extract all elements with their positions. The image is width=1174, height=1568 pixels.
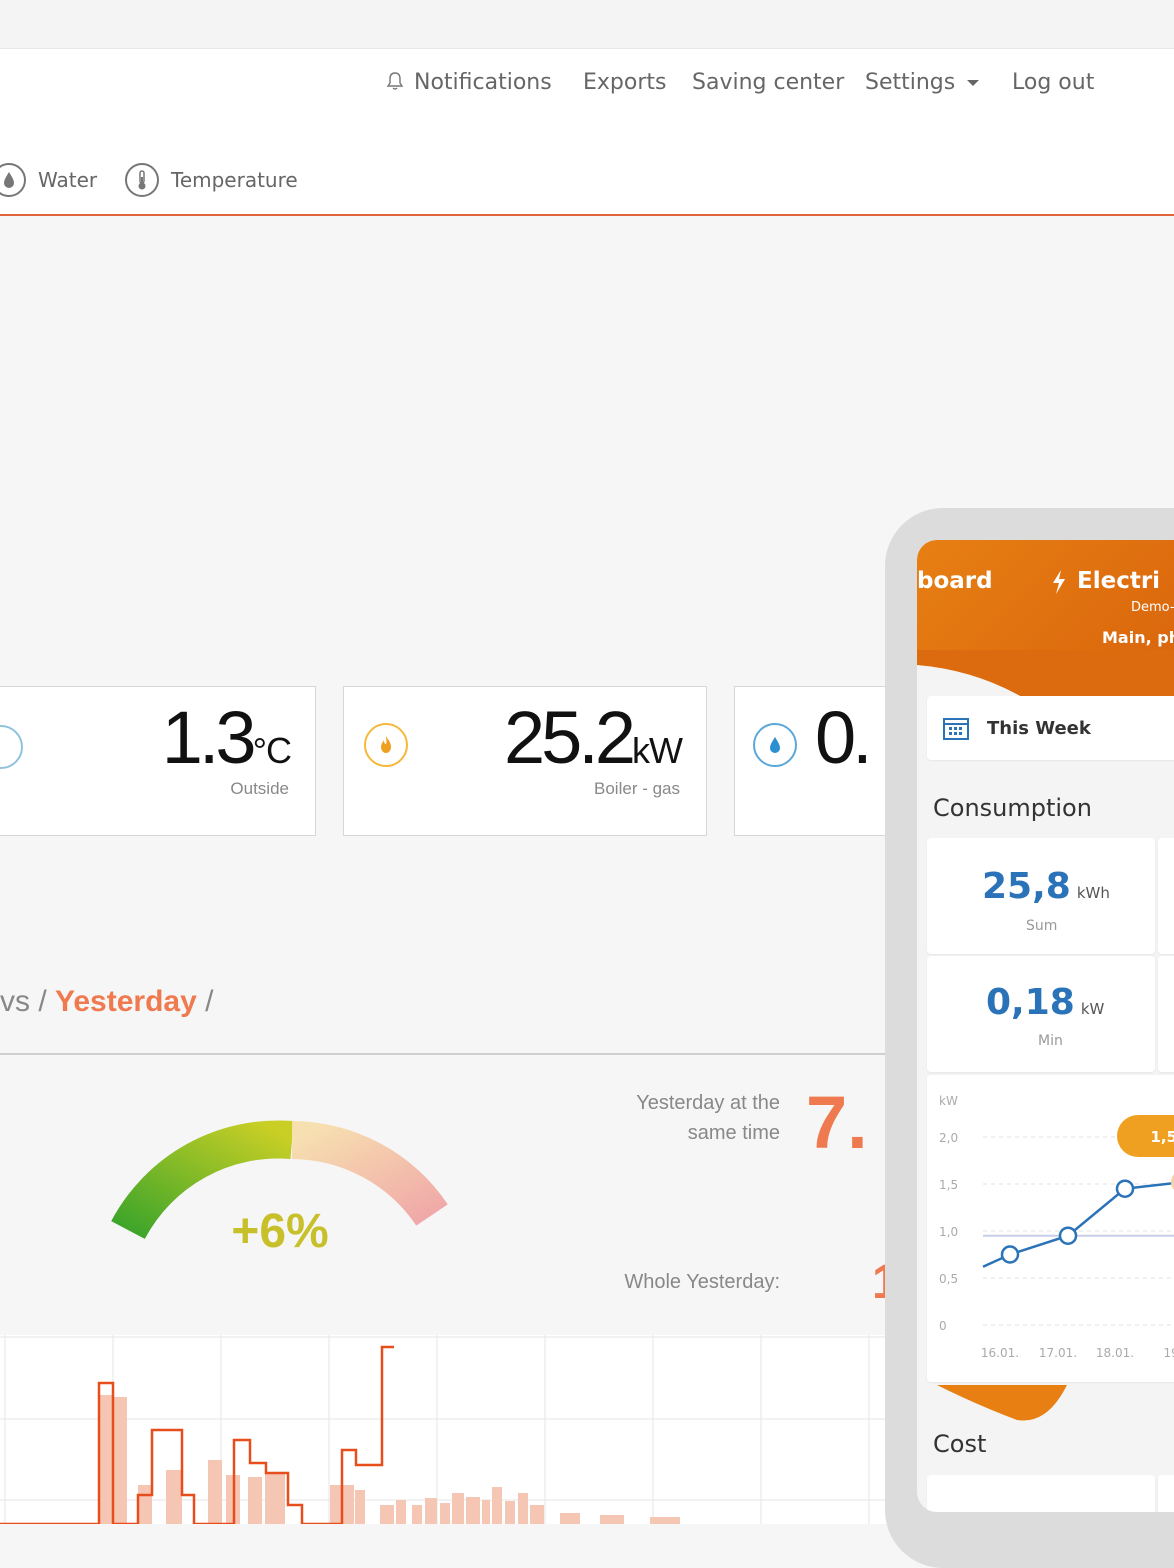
thermometer-icon — [125, 163, 159, 197]
thermometer-ring-icon — [0, 725, 23, 769]
card-boiler-gas: 25.2kW Boiler - gas — [343, 686, 707, 836]
phone-cost-card — [927, 1475, 1155, 1512]
phone-demo-label: Demo- — [1131, 600, 1174, 615]
phone-min-label: Min — [1038, 1033, 1063, 1049]
phone-electricity-title[interactable]: Electri — [1053, 568, 1161, 594]
comparison-prefix: vs / — [0, 985, 56, 1018]
phone-sum-label: Sum — [1026, 918, 1058, 934]
nav-settings[interactable]: Settings — [865, 70, 980, 95]
phone-chart-x-tick: 19. — [1163, 1346, 1174, 1360]
tab-water[interactable]: Water — [0, 163, 97, 197]
boiler-gas-value: 25.2kW — [503, 696, 683, 779]
phone-chart-x-tick: 16.01. — [981, 1346, 1019, 1360]
phone-chart-y-tick: 1,0 — [939, 1225, 958, 1239]
nav-settings-label: Settings — [865, 70, 956, 95]
whole-yesterday-label: Whole Yesterday: — [624, 1271, 780, 1293]
water-drop-icon — [0, 163, 26, 197]
phone-consumption-title: Consumption — [933, 794, 1092, 822]
comparison-yesterday[interactable]: Yesterday — [55, 985, 197, 1018]
phone-meter-subtitle: Main, ph — [1102, 628, 1174, 647]
phone-dashboard-title[interactable]: board — [917, 568, 993, 594]
phone-electricity-label: Electri — [1077, 568, 1161, 594]
yesterday-same-time-label-line2: same time — [687, 1122, 780, 1144]
nav-exports[interactable]: Exports — [583, 70, 666, 95]
phone-period-label: This Week — [987, 718, 1091, 739]
phone-chart-point — [1000, 1245, 1020, 1264]
outside-temperature-label: Outside — [230, 779, 289, 798]
phone-chart-tooltip-text: 1,52 — [1150, 1128, 1174, 1146]
phone-chart-unit-label: kW — [939, 1094, 958, 1108]
phone-line-chart: kW 2,0 1,5 1,0 0,5 0 16.01. 17.01. 18.01. 19. 1,52 — [939, 1094, 1174, 1360]
top-strip — [0, 0, 1174, 49]
phone-chart-point — [1058, 1226, 1078, 1245]
phone-chart-x-tick: 18.01. — [1096, 1346, 1134, 1360]
percentage-gauge: +6% — [111, 1120, 448, 1258]
nav-saving-center[interactable]: Saving center — [692, 70, 844, 95]
phone-chart-x-tick: 17.01. — [1039, 1346, 1077, 1360]
phone-screen: board Electri Demo- Main, ph This Week C… — [917, 540, 1174, 1512]
comparison-breadcrumb: vs / Yesterday / — [0, 985, 213, 1019]
tab-temperature-label: Temperature — [171, 168, 298, 192]
outside-temperature-value: 1.3°C — [161, 696, 292, 779]
phone-card-right-1 — [1158, 838, 1174, 954]
chevron-down-icon — [967, 80, 980, 86]
phone-period-selector[interactable]: This Week — [927, 696, 1174, 760]
phone-card-right-2 — [1158, 956, 1174, 1072]
lightning-icon — [1053, 570, 1065, 594]
phone-sum-card: 25,8 kWh Sum — [927, 838, 1155, 954]
yesterday-same-time-label: Yesterday at the same time — [600, 1088, 780, 1148]
phone-chart-point — [1115, 1179, 1135, 1198]
water-drop-icon — [753, 723, 797, 767]
comparison-suffix: / — [196, 985, 214, 1018]
yesterday-same-time-label-line1: Yesterday at the — [636, 1092, 780, 1114]
phone-bottom-wave — [937, 1385, 1067, 1421]
phone-chart-y-tick: 1,5 — [939, 1178, 958, 1192]
boiler-gas-label: Boiler - gas — [594, 779, 680, 798]
calendar-icon — [943, 718, 969, 740]
phone-min-card: 0,18 kW Min — [927, 956, 1155, 1072]
divider — [0, 1053, 890, 1055]
phone-chart-y-tick: 0,5 — [939, 1272, 958, 1286]
phone-chart-y-tick: 2,0 — [939, 1131, 958, 1145]
phone-min-value: 0,18 kW — [986, 982, 1105, 1023]
flame-icon — [364, 723, 408, 767]
phone-sum-value: 25,8 kWh — [982, 866, 1110, 907]
yesterday-same-time-value: 7. — [806, 1081, 868, 1164]
card-outside-temperature: 1.3°C Outside — [0, 686, 316, 836]
tab-water-label: Water — [38, 168, 98, 192]
water-value: 0. — [815, 696, 873, 779]
tab-temperature[interactable]: Temperature — [125, 163, 298, 197]
phone-chart-card: kW 2,0 1,5 1,0 0,5 0 16.01. 17.01. 18.01. 19. 1,52 — [927, 1075, 1174, 1382]
nav-notifications[interactable]: Notifications — [386, 70, 552, 95]
phone-cost-card-right — [1158, 1475, 1174, 1512]
phone-cost-title: Cost — [933, 1430, 987, 1458]
nav-notifications-label: Notifications — [414, 70, 552, 95]
bell-icon — [386, 72, 404, 90]
phone-chart-y-tick: 0 — [939, 1319, 947, 1333]
nav-logout[interactable]: Log out — [1012, 70, 1094, 95]
hourly-consumption-chart — [0, 1335, 890, 1524]
gauge-percent-label: +6% — [231, 1205, 328, 1258]
